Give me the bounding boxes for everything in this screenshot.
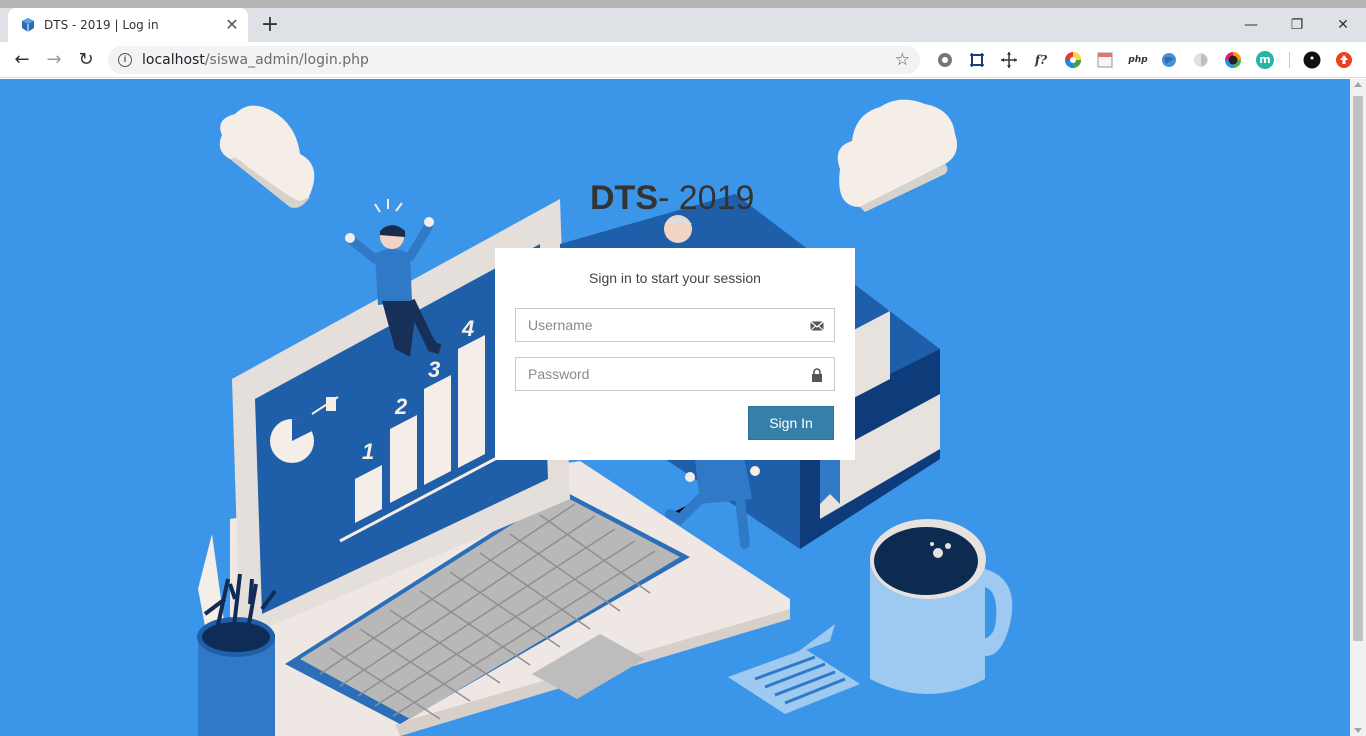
new-tab-button[interactable]: + (258, 14, 282, 38)
logo-year-text: - 2019 (658, 179, 755, 217)
address-bar[interactable]: i localhost/siswa_admin/login.php ☆ (108, 46, 920, 74)
envelope-icon (810, 321, 824, 331)
fonts-ext-icon[interactable]: f? (1032, 51, 1050, 69)
url-host: localhost (142, 52, 205, 68)
window-top-strip (0, 0, 1366, 8)
notes-ext-icon[interactable] (1096, 51, 1114, 69)
chart-number-1: 1 (362, 439, 374, 464)
tab-title: DTS - 2019 | Log in (44, 18, 159, 32)
page-scrollbar[interactable] (1350, 79, 1366, 736)
app-logo: DTS- 2019 (590, 179, 754, 218)
lock-icon (812, 368, 822, 382)
minimize-button[interactable]: — (1228, 12, 1274, 38)
chart-number-3: 3 (428, 357, 440, 382)
password-input[interactable] (516, 358, 806, 390)
chart-number-4: 4 (461, 316, 474, 341)
login-box: Sign in to start your session Sign In (495, 248, 855, 460)
browser-toolbar: ← → ↻ i localhost/siswa_admin/login.php … (0, 42, 1366, 78)
url-path: /siswa_admin/login.php (204, 52, 369, 68)
scroll-down-arrow-icon[interactable] (1354, 728, 1362, 733)
php-ext-icon[interactable]: php (1126, 51, 1150, 69)
globe-ext-icon[interactable] (1160, 51, 1178, 69)
update-ext-icon[interactable] (1335, 51, 1353, 69)
m-ext-icon[interactable]: m (1256, 51, 1274, 69)
toolbar-separator (1289, 52, 1290, 68)
scrollbar-thumb[interactable] (1353, 96, 1363, 641)
color-picker-ext-icon[interactable] (1224, 51, 1242, 69)
site-favicon-icon (22, 18, 34, 32)
login-page: 1 2 3 4 DTS- 2019 Sign in to start your … (0, 79, 1350, 736)
notepad-icon (728, 624, 860, 714)
shield-ext-icon[interactable] (1192, 51, 1210, 69)
tab-active[interactable]: DTS - 2019 | Log in ✕ (8, 8, 248, 42)
password-field[interactable] (515, 357, 835, 391)
tab-bar: DTS - 2019 | Log in ✕ + — ❐ ✕ (0, 8, 1366, 42)
restore-button[interactable]: ❐ (1274, 12, 1320, 38)
url-text[interactable]: localhost/siswa_admin/login.php (142, 52, 369, 68)
close-window-button[interactable]: ✕ (1320, 12, 1366, 38)
chart-number-2: 2 (394, 394, 408, 419)
coffee-mug-icon (870, 519, 1013, 694)
username-field[interactable] (515, 308, 835, 342)
settings-ext-icon[interactable] (936, 51, 954, 69)
logo-bold-text: DTS (590, 179, 658, 217)
bookmark-star-icon[interactable]: ☆ (895, 50, 910, 70)
cloud-left-icon (219, 105, 315, 208)
site-info-icon[interactable]: i (118, 53, 132, 67)
login-box-message: Sign in to start your session (589, 270, 761, 286)
tab-close-icon[interactable]: ✕ (224, 17, 240, 33)
scroll-up-arrow-icon[interactable] (1354, 82, 1362, 87)
username-input[interactable] (516, 309, 806, 341)
color-ext-icon[interactable] (1064, 51, 1082, 69)
back-button[interactable]: ← (10, 48, 34, 72)
forward-button[interactable]: → (42, 48, 66, 72)
sign-in-button[interactable]: Sign In (748, 406, 834, 440)
move-ext-icon[interactable] (1000, 51, 1018, 69)
reload-button[interactable]: ↻ (74, 48, 98, 72)
cloud-right-icon (837, 99, 958, 212)
crop-ext-icon[interactable] (968, 51, 986, 69)
profile-ext-icon[interactable] (1303, 51, 1321, 69)
